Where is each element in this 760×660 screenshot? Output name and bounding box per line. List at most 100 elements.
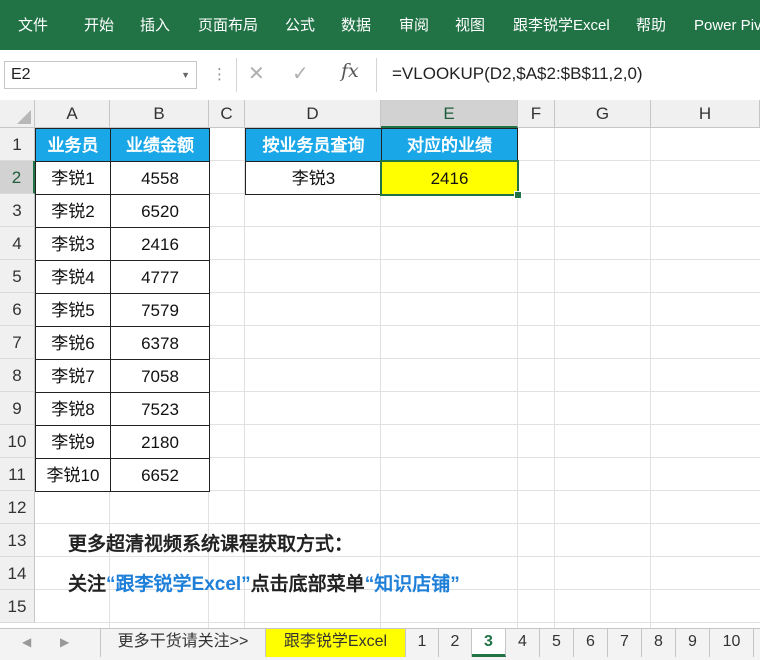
promo-click: 点击底部菜单 — [250, 574, 365, 595]
row-header-8[interactable]: 8 — [0, 359, 35, 392]
tab-help[interactable]: 帮助 — [636, 0, 666, 50]
name-box-value: E2 — [11, 66, 31, 83]
sheet-tab-7[interactable]: 7 — [608, 629, 642, 657]
cell-b6[interactable]: 7579 — [110, 293, 210, 327]
tab-review[interactable]: 审阅 — [399, 0, 429, 50]
column-header-g[interactable]: G — [555, 100, 651, 128]
sheet-tab-8[interactable]: 8 — [642, 629, 676, 657]
promo-follow: 关注 — [68, 574, 107, 595]
promo-line-1: 更多超清视频系统课程获取方式： — [68, 534, 354, 555]
formula-input[interactable]: =VLOOKUP(D2,$A$2:$B$11,2,0) — [392, 61, 643, 87]
sheet-tab-follow[interactable]: 更多干货请关注>> — [100, 629, 266, 657]
cell-a3[interactable]: 李锐2 — [35, 194, 111, 228]
row-header-10[interactable]: 10 — [0, 425, 35, 458]
gridline — [650, 128, 651, 628]
divider — [376, 58, 377, 92]
cell-a6[interactable]: 李锐5 — [35, 293, 111, 327]
cell-a2[interactable]: 李锐1 — [35, 161, 111, 195]
cell-a4[interactable]: 李锐3 — [35, 227, 111, 261]
row-header-7[interactable]: 7 — [0, 326, 35, 359]
row-header-3[interactable]: 3 — [0, 194, 35, 227]
column-header-b[interactable]: B — [110, 100, 209, 128]
sheet-tab-6[interactable]: 6 — [574, 629, 608, 657]
sheet-tab-2[interactable]: 2 — [439, 629, 472, 657]
row-header-14[interactable]: 14 — [0, 557, 35, 590]
cell-b3[interactable]: 6520 — [110, 194, 210, 228]
cell-a10[interactable]: 李锐9 — [35, 425, 111, 459]
sheet-tab-1[interactable]: 1 — [406, 629, 439, 657]
chevron-down-icon[interactable]: ▼ — [181, 62, 190, 88]
tab-data[interactable]: 数据 — [341, 0, 371, 50]
fill-handle[interactable] — [514, 191, 522, 199]
cell-b11[interactable]: 6652 — [110, 458, 210, 492]
sheet-tab-brand[interactable]: 跟李锐学Excel — [266, 629, 406, 657]
row-header-13[interactable]: 13 — [0, 524, 35, 557]
column-header-c[interactable]: C — [209, 100, 245, 128]
gridline — [554, 128, 555, 628]
scroll-right-icon[interactable]: ▶ — [60, 635, 69, 649]
sheet-tab-9[interactable]: 9 — [676, 629, 710, 657]
sheet-tab-5[interactable]: 5 — [540, 629, 574, 657]
cell-b9[interactable]: 7523 — [110, 392, 210, 426]
row-header-2[interactable]: 2 — [0, 161, 35, 194]
divider — [236, 58, 237, 92]
worksheet-grid[interactable]: A B C D E F G H 1 2 3 4 5 6 7 8 9 10 11 … — [0, 100, 760, 628]
column-header-h[interactable]: H — [651, 100, 760, 128]
tab-insert[interactable]: 插入 — [140, 0, 170, 50]
sheet-tab-bar: ◀ ▶ 更多干货请关注>> 跟李锐学Excel 1 2 3 4 5 6 7 8 … — [0, 628, 760, 660]
cell-d1-header[interactable]: 按业务员查询 — [245, 128, 382, 162]
cell-b2[interactable]: 4558 — [110, 161, 210, 195]
tab-view[interactable]: 视图 — [455, 0, 485, 50]
tab-file[interactable]: 文件 — [18, 0, 48, 50]
column-header-e[interactable]: E — [381, 100, 518, 128]
row-header-12[interactable]: 12 — [0, 491, 35, 524]
cell-e1-header[interactable]: 对应的业绩 — [381, 128, 518, 162]
cell-a5[interactable]: 李锐4 — [35, 260, 111, 294]
row-header-5[interactable]: 5 — [0, 260, 35, 293]
cancel-icon[interactable]: ✕ — [248, 61, 265, 86]
cell-b5[interactable]: 4777 — [110, 260, 210, 294]
sheet-tab-10[interactable]: 10 — [710, 629, 754, 657]
cell-d2-query[interactable]: 李锐3 — [245, 161, 382, 195]
cell-a1-header[interactable]: 业务员 — [35, 128, 111, 162]
row-header-6[interactable]: 6 — [0, 293, 35, 326]
tab-formulas[interactable]: 公式 — [285, 0, 315, 50]
cell-b7[interactable]: 6378 — [110, 326, 210, 360]
enter-icon[interactable]: ✓ — [292, 61, 309, 86]
tab-page-layout[interactable]: 页面布局 — [198, 0, 258, 50]
cell-a11[interactable]: 李锐10 — [35, 458, 111, 492]
cell-a7[interactable]: 李锐6 — [35, 326, 111, 360]
row-header-15[interactable]: 15 — [0, 590, 35, 623]
row-header-9[interactable]: 9 — [0, 392, 35, 425]
name-box[interactable]: E2 ▼ — [4, 61, 197, 89]
insert-function-icon[interactable]: fx — [341, 60, 359, 82]
row-header-11[interactable]: 11 — [0, 458, 35, 491]
select-all-button[interactable] — [0, 100, 35, 128]
more-options-icon[interactable]: ⋮ — [212, 62, 227, 88]
tab-custom-excel[interactable]: 跟李锐学Excel — [513, 0, 610, 50]
cell-e2-result[interactable]: 2416 — [381, 161, 518, 195]
column-header-d[interactable]: D — [245, 100, 381, 128]
column-header-a[interactable]: A — [35, 100, 110, 128]
cell-a9[interactable]: 李锐8 — [35, 392, 111, 426]
gridline — [35, 523, 760, 524]
tab-home[interactable]: 开始 — [84, 0, 114, 50]
formula-bar: E2 ▼ ⋮ ✕ ✓ fx =VLOOKUP(D2,$A$2:$B$11,2,0… — [0, 50, 760, 101]
cell-a8[interactable]: 李锐7 — [35, 359, 111, 393]
sheet-tab-3[interactable]: 3 — [472, 629, 506, 657]
promo-brand: “跟李锐学Excel” — [106, 574, 251, 595]
row-header-1[interactable]: 1 — [0, 128, 35, 161]
gridline — [35, 622, 760, 623]
gridline — [380, 128, 381, 628]
select-all-icon — [17, 110, 31, 124]
cell-b1-header[interactable]: 业绩金额 — [110, 128, 210, 162]
scroll-left-icon[interactable]: ◀ — [22, 635, 31, 649]
cell-b10[interactable]: 2180 — [110, 425, 210, 459]
sheet-tab-4[interactable]: 4 — [506, 629, 540, 657]
cell-b8[interactable]: 7058 — [110, 359, 210, 393]
promo-line-2: 关注“跟李锐学Excel”点击底部菜单“知识店铺” — [68, 569, 460, 596]
column-header-f[interactable]: F — [518, 100, 555, 128]
cell-b4[interactable]: 2416 — [110, 227, 210, 261]
row-header-4[interactable]: 4 — [0, 227, 35, 260]
tab-power-pivot[interactable]: Power Pivot — [694, 0, 760, 50]
